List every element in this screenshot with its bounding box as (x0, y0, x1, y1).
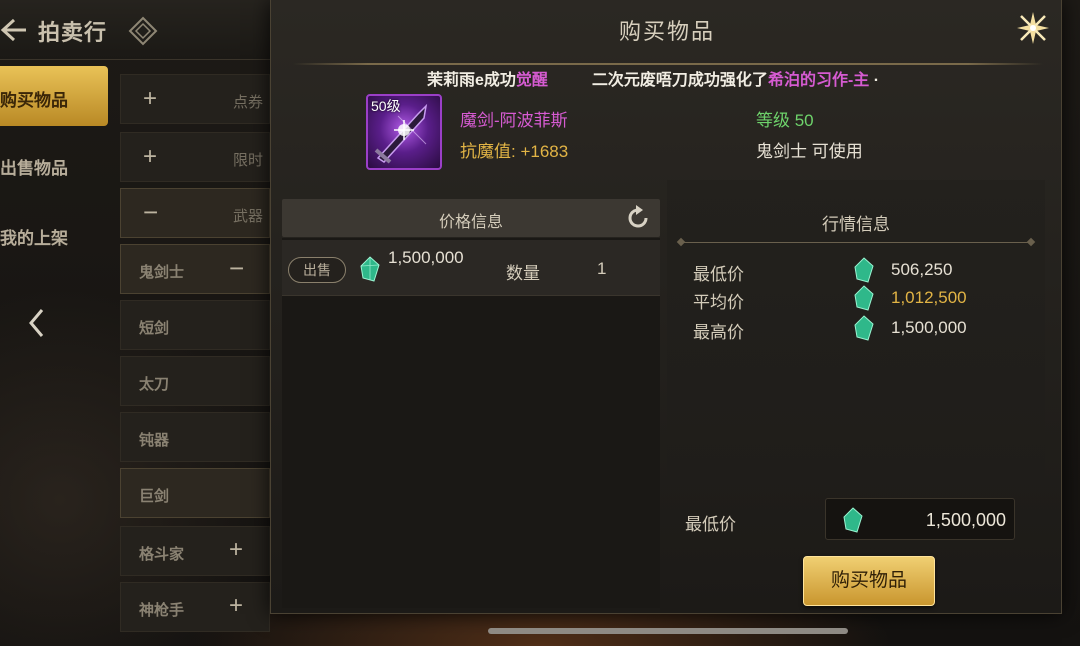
buy-item-dialog: 购买物品 茉莉雨e成功觉醒 二次元废唔刀成功强化了希泊的习作-主 · 50级 魔剑… (270, 0, 1062, 614)
category-label: 巨剑 (139, 488, 170, 505)
category-label: 鬼剑士 (139, 264, 185, 281)
price-info-title: 价格信息 (438, 214, 503, 231)
category-item[interactable]: + 点券 (120, 74, 270, 124)
page-title: 拍卖行 (38, 20, 108, 45)
market-value: 506,250 (891, 260, 953, 279)
quantity-label: 数量 (506, 264, 540, 283)
gem-icon (854, 285, 874, 311)
category-item[interactable]: 太刀 (120, 356, 270, 406)
ticker-text: 二次元废唔刀成功强化了 (591, 72, 768, 88)
gem-icon (854, 257, 874, 283)
item-level-badge: 50级 (371, 98, 401, 114)
listing-list: 出售 1,500,000 数量 1 (282, 238, 660, 608)
title-divider (293, 63, 1043, 65)
home-indicator[interactable] (488, 628, 848, 634)
market-label: 最高价 (693, 323, 744, 342)
market-info-panel: 行情信息 最低价 506,250 平均价 1,012,500 最高价 1,500… (667, 180, 1045, 480)
ticker-text: · (873, 72, 880, 88)
expand-icon: + (229, 592, 244, 619)
category-label: 短剑 (139, 320, 170, 337)
sidebar-item-label: 出售物品 (0, 159, 68, 178)
category-label: 点券 (233, 94, 264, 111)
ticker-highlight: 觉醒 (515, 72, 548, 88)
market-value: 1,500,000 (891, 318, 967, 337)
refresh-icon[interactable] (624, 204, 652, 232)
close-icon[interactable] (1013, 8, 1053, 48)
dialog-title: 购买物品 (618, 19, 715, 44)
category-label: 限时 (233, 152, 264, 169)
expand-icon: + (229, 536, 244, 563)
gem-icon (854, 315, 874, 341)
quantity-value: 1 (597, 259, 607, 278)
purchase-price-label: 最低价 (685, 515, 736, 534)
category-item[interactable]: 巨剑 (120, 468, 270, 518)
item-grade: 等级 50 (756, 111, 814, 130)
purchase-price-value: 1,500,000 (925, 510, 1006, 530)
market-label: 平均价 (693, 293, 744, 312)
category-item[interactable]: + 限时 (120, 132, 270, 182)
sell-badge: 出售 (288, 257, 346, 283)
gem-icon (360, 256, 380, 282)
category-item[interactable]: 鬼剑士 − (120, 244, 270, 294)
listing-price: 1,500,000 (388, 248, 464, 267)
category-item[interactable]: 神枪手 + (120, 582, 270, 632)
ticker-text: 茉莉雨e成功 (427, 72, 516, 88)
category-item[interactable]: 短剑 (120, 300, 270, 350)
sidebar-item-sell[interactable]: 出售物品 (0, 134, 108, 194)
buy-button[interactable]: 购买物品 (803, 556, 935, 606)
item-name: 魔剑-阿波菲斯 (460, 111, 568, 130)
collapse-icon: − (143, 197, 159, 227)
diamond-icon[interactable] (128, 16, 158, 46)
category-label: 钝器 (139, 432, 170, 449)
category-label: 神枪手 (139, 602, 185, 619)
sidebar-item-label: 我的上架 (0, 229, 68, 248)
back-arrow-icon[interactable] (0, 17, 28, 43)
top-bar: 拍卖行 (0, 0, 270, 60)
left-arrow-icon[interactable] (26, 306, 48, 340)
category-item[interactable]: − 武器 (120, 188, 270, 238)
category-item[interactable]: 格斗家 + (120, 526, 270, 576)
sidebar-item-label: 购买物品 (0, 91, 68, 110)
market-label: 最低价 (693, 265, 744, 284)
gem-icon (843, 507, 863, 533)
category-label: 太刀 (139, 376, 170, 393)
expand-icon: + (143, 143, 158, 170)
category-label: 格斗家 (139, 546, 185, 563)
announcement-ticker: 茉莉雨e成功觉醒 二次元废唔刀成功强化了希泊的习作-主 · (427, 66, 967, 88)
category-item[interactable]: 钝器 (120, 412, 270, 462)
item-icon[interactable]: 50级 (366, 94, 442, 170)
market-info-title: 行情信息 (822, 215, 890, 234)
sidebar-item-my-listings[interactable]: 我的上架 (0, 204, 108, 264)
price-info-header: 价格信息 (282, 199, 660, 237)
expand-icon: + (143, 85, 158, 112)
listing-row[interactable]: 出售 1,500,000 数量 1 (282, 240, 660, 296)
item-usable-class: 鬼剑士 可使用 (756, 142, 863, 161)
item-stat: 抗魔值: +1683 (460, 142, 569, 161)
ticker-highlight: 希泊的习作-主 (767, 72, 870, 88)
category-label: 武器 (233, 208, 264, 225)
divider (681, 242, 1031, 243)
purchase-price-field[interactable]: 1,500,000 (825, 498, 1015, 540)
sidebar-item-buy[interactable]: 购买物品 (0, 66, 108, 126)
market-value: 1,012,500 (891, 288, 967, 307)
collapse-icon: − (229, 253, 245, 283)
